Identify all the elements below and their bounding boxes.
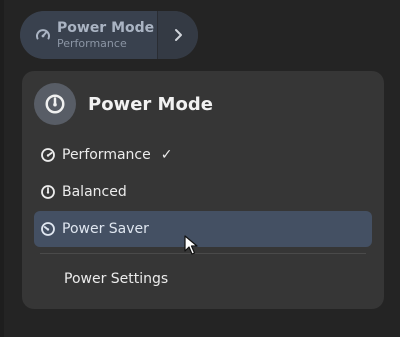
power-mode-menu: Power Mode Performance ✓ Balanced Power …	[22, 71, 384, 309]
menu-item-label: Balanced	[62, 184, 127, 200]
menu-item-balanced[interactable]: Balanced	[34, 174, 372, 210]
power-mode-toggle[interactable]: Power Mode Performance	[20, 11, 198, 59]
menu-header-icon	[34, 83, 76, 125]
menu-title: Power Mode	[88, 93, 213, 115]
menu-item-label: Performance	[62, 147, 151, 163]
toggle-title: Power Mode	[57, 19, 155, 36]
menu-divider	[40, 253, 366, 254]
power-mode-toggle-button[interactable]: Power Mode Performance	[20, 11, 157, 59]
menu-item-power-saver[interactable]: Power Saver	[34, 211, 372, 247]
mouse-cursor-icon	[184, 235, 198, 255]
power-settings-item[interactable]: Power Settings	[34, 261, 372, 297]
power-settings-label: Power Settings	[64, 271, 169, 287]
balanced-icon	[41, 185, 55, 199]
performance-icon	[41, 148, 55, 162]
menu-item-label: Power Saver	[62, 221, 149, 237]
toggle-arrow-button[interactable]	[158, 11, 198, 59]
toggle-subtitle: Performance	[57, 36, 127, 50]
check-icon: ✓	[160, 147, 173, 163]
menu-header: Power Mode	[34, 83, 213, 125]
menu-item-performance[interactable]: Performance ✓	[34, 137, 372, 173]
power-saver-icon	[41, 222, 55, 236]
side-edge	[0, 0, 4, 337]
speedometer-icon	[45, 94, 65, 114]
chevron-right-icon	[175, 29, 182, 41]
speedometer-icon	[36, 29, 50, 40]
